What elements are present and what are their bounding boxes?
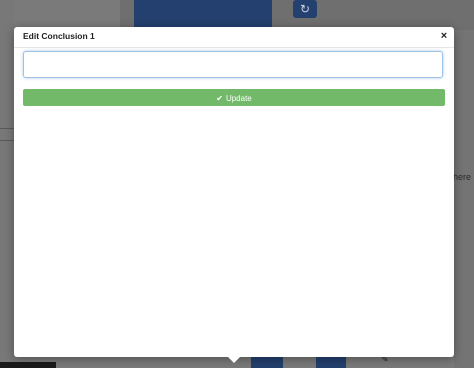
modal-pointer-arrow — [227, 356, 241, 363]
background-chip — [316, 356, 346, 368]
background-divider — [0, 128, 14, 129]
background-blue-block — [134, 0, 272, 28]
background-chip — [251, 356, 283, 368]
update-button-label: Update — [225, 94, 252, 103]
background-bottom-bar — [0, 362, 56, 368]
modal-title: Edit Conclusion 1 — [23, 31, 95, 41]
conclusion-input[interactable] — [23, 51, 443, 78]
background-right-strip — [454, 30, 474, 368]
modal-header: Edit Conclusion 1 × — [14, 27, 454, 48]
refresh-icon: ↻ — [293, 0, 317, 18]
close-icon[interactable]: × — [438, 29, 450, 43]
background-left-panel — [0, 0, 14, 368]
update-button[interactable]: ✔ Update — [23, 89, 445, 106]
background-divider — [0, 140, 14, 141]
edit-conclusion-modal: Edit Conclusion 1 × ✔ Update — [14, 27, 454, 357]
background-partial-text: here — [453, 172, 472, 182]
check-icon: ✔ — [216, 94, 223, 103]
